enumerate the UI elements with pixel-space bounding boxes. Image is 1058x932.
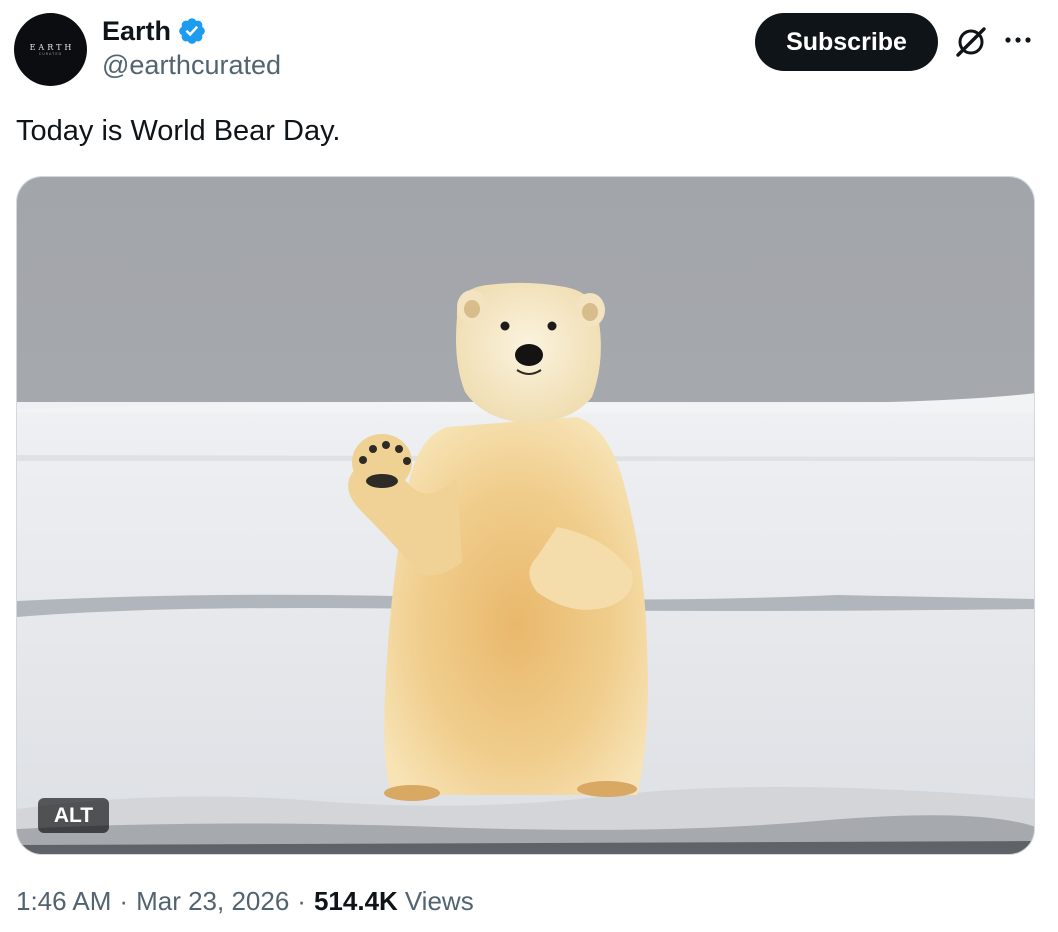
verified-badge-icon[interactable] [177, 16, 207, 46]
avatar-logo-subtext: CURATED [38, 51, 63, 56]
author-display-name[interactable]: Earth [102, 16, 171, 47]
subscribe-button[interactable]: Subscribe [755, 13, 938, 71]
tweet-date[interactable]: Mar 23, 2026 [136, 886, 289, 917]
tweet-metadata: 1:46 AM · Mar 23, 2026 · 514.4K Views [16, 886, 474, 917]
alt-text-button[interactable]: ALT [38, 798, 109, 833]
author-handle[interactable]: @earthcurated [102, 50, 281, 81]
meta-separator: · [297, 886, 306, 916]
tweet-media-image[interactable]: ALT [16, 176, 1035, 855]
meta-separator: · [119, 886, 129, 916]
tweet-card: EARTH CURATED Earth @earthcurated Subscr… [0, 0, 1058, 932]
views-label: Views [404, 886, 474, 916]
tweet-text: Today is World Bear Day. [16, 115, 341, 147]
polar-bear-photo [17, 177, 1034, 854]
tweet-time[interactable]: 1:46 AM [16, 886, 111, 917]
avatar-logo-text: EARTH [29, 42, 75, 52]
grok-icon[interactable] [953, 24, 989, 60]
avatar[interactable]: EARTH CURATED [14, 13, 87, 86]
author-name-row: Earth [102, 14, 207, 48]
more-options-icon[interactable] [1003, 30, 1033, 50]
views-count: 514.4K [313, 886, 398, 916]
